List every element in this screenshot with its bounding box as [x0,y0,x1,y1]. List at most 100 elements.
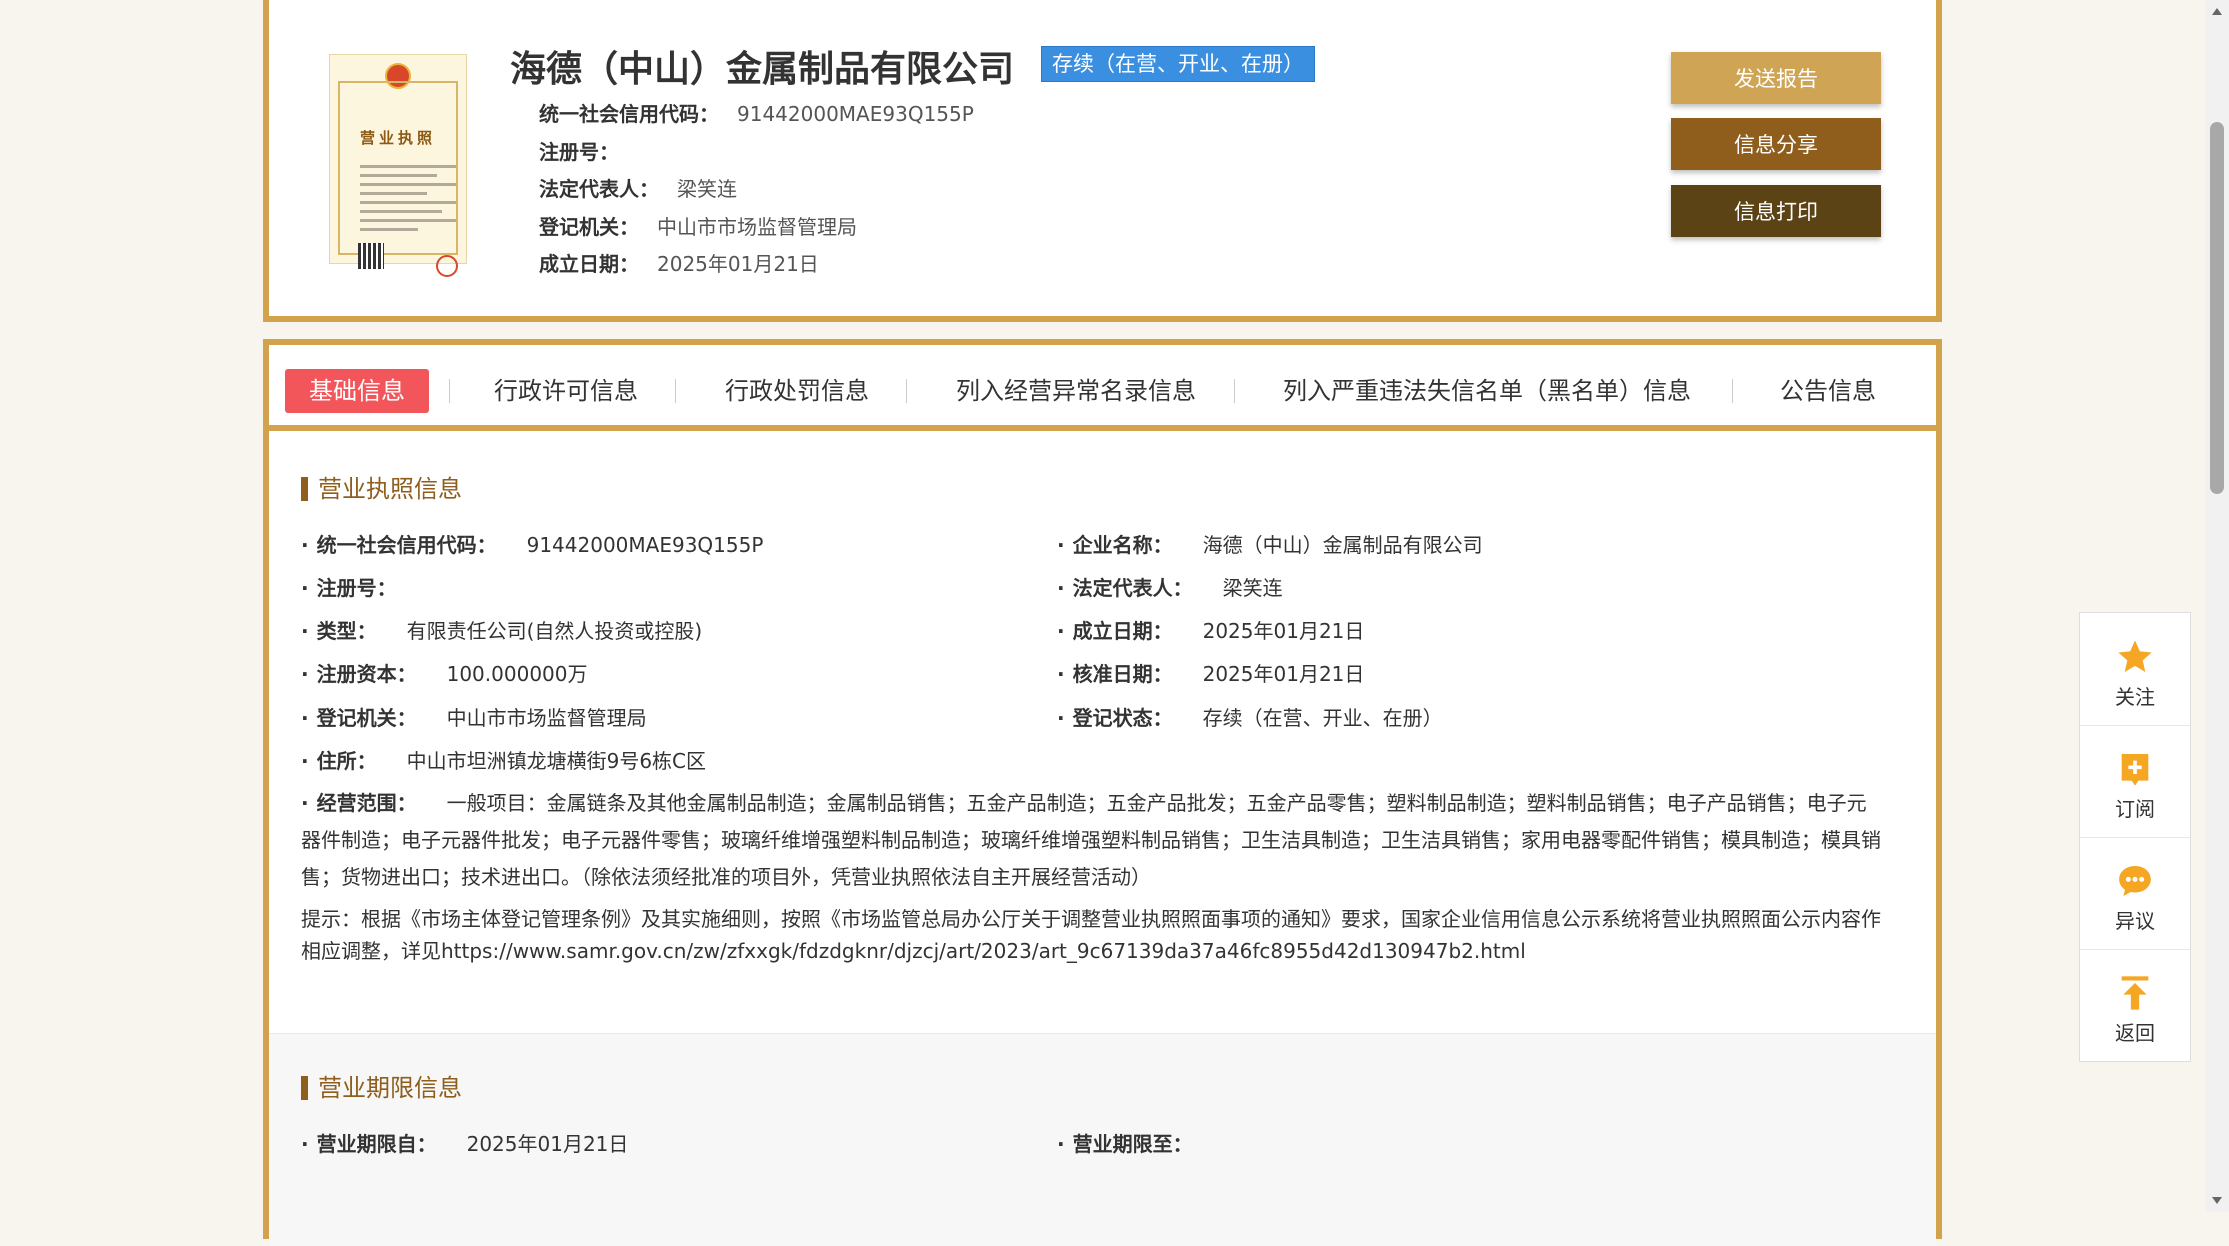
term-section-title: 营业期限信息 [301,1076,462,1100]
field-label: 营业期限至： [1057,1132,1193,1156]
header-reg-number: 注册号： [539,136,637,165]
back-to-top-icon [2121,976,2149,1010]
header-info-label: 法定代表人： [539,177,659,201]
field-label: 登记机关： [301,706,417,730]
header-credit-code: 统一社会信用代码： 91442000MAE93Q155P [539,98,974,127]
license-section-title: 营业执照信息 [301,477,462,501]
header-established-date: 成立日期： 2025年01月21日 [539,248,819,277]
dock-label: 关注 [2115,685,2155,709]
field-label: 注册号： [301,576,397,600]
subscribe-button[interactable]: 订阅 [2080,725,2190,838]
tab-divider [1732,379,1733,403]
tab-blacklist[interactable]: 列入严重违法失信名单（黑名单）信息 [1283,369,1691,413]
field-reg-number: 注册号： [301,572,427,601]
field-registered-capital: 注册资本： 100.000000万 [301,658,588,687]
term-section: 营业期限信息 营业期限自： 2025年01月21日 营业期限至： [269,1033,1936,1246]
field-credit-code: 统一社会信用代码： 91442000MAE93Q155P [301,529,763,558]
print-info-button[interactable]: 信息打印 [1671,185,1881,237]
header-info-value: 梁笑连 [677,177,737,201]
back-to-top-button[interactable]: 返回 [2080,949,2190,1061]
tab-admin-license[interactable]: 行政许可信息 [494,369,638,413]
field-label: 住所： [301,749,377,773]
field-value: 中山市市场监督管理局 [446,706,647,730]
business-scope: 经营范围：一般项目：金属链条及其他金属制品制造；金属制品销售；五金产品制造；五金… [301,785,1881,896]
header-info-value: 2025年01月21日 [657,252,819,276]
field-value: 91442000MAE93Q155P [526,533,764,557]
field-type: 类型： 有限责任公司(自然人投资或控股) [301,615,702,644]
dock-label: 返回 [2115,1021,2155,1045]
tab-divider [906,379,907,403]
field-value: 100.000000万 [446,662,588,686]
tab-abnormal-list[interactable]: 列入经营异常名录信息 [956,369,1196,413]
company-detail-panel: 基础信息 行政许可信息 行政处罚信息 列入经营异常名录信息 列入严重违法失信名单… [263,339,1942,1246]
field-value: 2025年01月21日 [466,1132,629,1156]
field-value: 中山市坦洲镇龙塘横街9号6栋C区 [406,749,707,773]
field-legal-rep: 法定代表人： 梁笑连 [1057,572,1283,601]
seal-icon [436,255,458,277]
floating-side-dock: 关注 订阅 异议 返回 [2079,612,2191,1062]
objection-button[interactable]: 异议 [2080,837,2190,950]
tab-bar: 基础信息 行政许可信息 行政处罚信息 列入经营异常名录信息 列入严重违法失信名单… [269,345,1936,431]
field-value: 梁笑连 [1222,576,1283,600]
field-label: 核准日期： [1057,662,1173,686]
header-legal-rep: 法定代表人： 梁笑连 [539,173,737,202]
field-registration-status: 登记状态： 存续（在营、开业、在册） [1057,702,1443,731]
dock-label: 异议 [2115,909,2155,933]
field-label: 类型： [301,619,377,643]
field-label: 统一社会信用代码： [301,533,497,557]
chat-bubble-icon [2119,866,2151,896]
field-value: 存续（在营、开业、在册） [1202,706,1443,730]
scroll-thumb[interactable] [2210,122,2224,494]
field-value: 2025年01月21日 [1202,662,1365,686]
business-scope-label: 经营范围： [301,791,417,815]
field-value: 有限责任公司(自然人投资或控股) [406,619,703,643]
field-term-from: 营业期限自： 2025年01月21日 [301,1128,628,1157]
field-label: 注册资本： [301,662,417,686]
company-header-panel: 营业执照 海德（中山）金属制品有限公司 存续（在营、开业、在册） 统一社会信用代… [263,0,1942,322]
follow-button[interactable]: 关注 [2080,613,2190,726]
send-report-button[interactable]: 发送报告 [1671,52,1881,104]
header-info-label: 统一社会信用代码： [539,102,719,126]
field-label: 营业期限自： [301,1132,437,1156]
tab-divider [449,379,450,403]
scroll-up-arrow-icon[interactable] [2212,8,2222,15]
business-scope-value: 一般项目：金属链条及其他金属制品制造；金属制品销售；五金产品制造；五金产品批发；… [301,791,1881,889]
header-info-label: 登记机关： [539,215,639,239]
notice-tip: 提示：根据《市场主体登记管理条例》及其实施细则，按照《市场监管总局办公厅关于调整… [301,907,1881,963]
tab-announcements[interactable]: 公告信息 [1780,369,1876,413]
tab-admin-penalty[interactable]: 行政处罚信息 [725,369,869,413]
scroll-down-arrow-icon[interactable] [2212,1197,2222,1204]
header-info-label: 成立日期： [539,252,639,276]
license-frame: 营业执照 [338,81,458,277]
field-established-date: 成立日期： 2025年01月21日 [1057,615,1364,644]
license-title: 营业执照 [359,129,436,147]
field-value: 海德（中山）金属制品有限公司 [1202,533,1483,557]
header-info-value: 91442000MAE93Q155P [737,102,974,126]
vertical-scrollbar[interactable] [2205,0,2229,1212]
header-registration-authority: 登记机关： 中山市市场监督管理局 [539,211,857,240]
field-label: 登记状态： [1057,706,1173,730]
business-license-thumbnail[interactable]: 营业执照 [329,54,467,277]
field-company-name: 企业名称： 海德（中山）金属制品有限公司 [1057,529,1483,558]
field-address: 住所： 中山市坦洲镇龙塘横街9号6栋C区 [301,745,706,774]
field-label: 企业名称： [1057,533,1173,557]
company-name: 海德（中山）金属制品有限公司 [510,49,1015,90]
qr-code-icon [358,243,384,269]
tab-basic-info[interactable]: 基础信息 [285,369,429,413]
license-text-lines [360,159,456,237]
field-label: 成立日期： [1057,619,1173,643]
star-icon [2118,640,2152,672]
tab-divider [1234,379,1235,403]
field-label: 法定代表人： [1057,576,1193,600]
tab-divider [675,379,676,403]
field-approval-date: 核准日期： 2025年01月21日 [1057,658,1364,687]
add-subscribe-icon [2121,754,2149,786]
header-info-value: 中山市市场监督管理局 [657,215,857,239]
dock-label: 订阅 [2115,797,2155,821]
field-term-to: 营业期限至： [1057,1128,1223,1157]
status-badge: 存续（在营、开业、在册） [1041,46,1315,82]
field-registration-authority: 登记机关： 中山市市场监督管理局 [301,702,647,731]
share-info-button[interactable]: 信息分享 [1671,118,1881,170]
field-value: 2025年01月21日 [1202,619,1365,643]
header-info-label: 注册号： [539,140,619,164]
